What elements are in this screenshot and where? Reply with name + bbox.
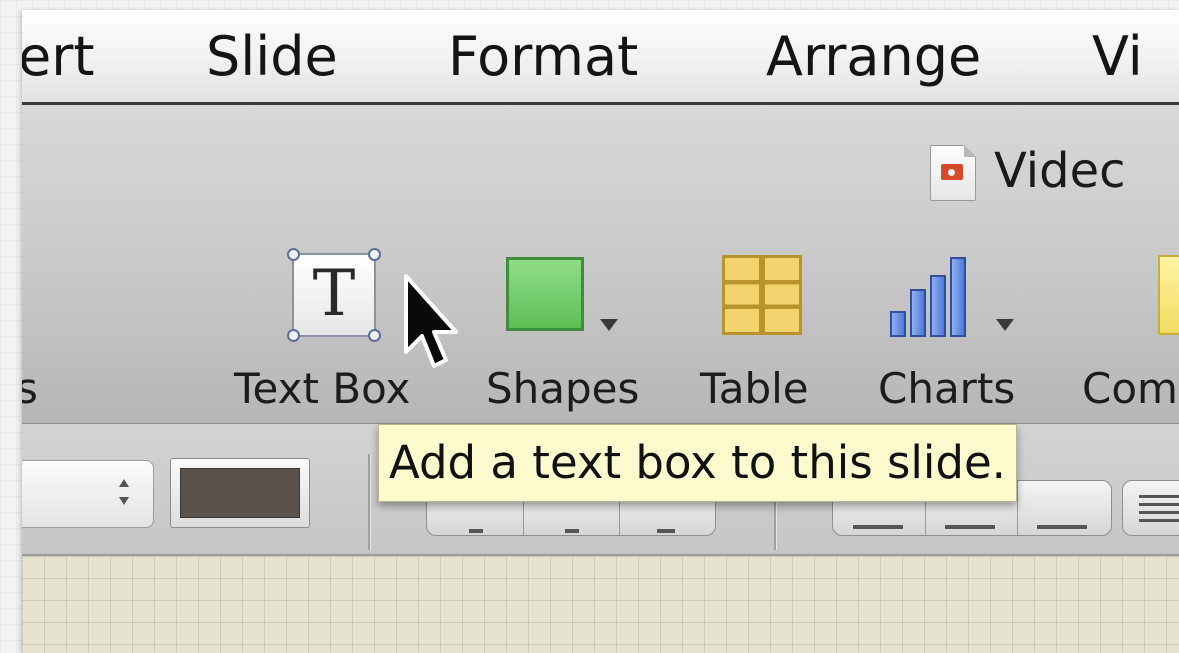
menu-slide[interactable]: Slide: [206, 22, 338, 92]
separator: [368, 454, 370, 550]
justify-button[interactable]: [1122, 480, 1179, 536]
stepper-down-icon[interactable]: [119, 497, 129, 505]
shapes-dropdown-caret-icon: [600, 319, 618, 331]
menu-bar: ert Slide Format Arrange Vi: [22, 10, 1179, 105]
text-box-icon: T: [287, 248, 381, 342]
keynote-document-icon: [930, 145, 976, 201]
document-name: Videc: [994, 143, 1126, 199]
shapes-label: Shapes: [486, 364, 640, 413]
charts-label: Charts: [878, 364, 1016, 413]
menu-insert[interactable]: ert: [22, 22, 95, 92]
shapes-icon: [506, 257, 584, 331]
mouse-pointer-icon: [404, 274, 458, 368]
charts-icon: [888, 251, 974, 337]
keynote-window: ert Slide Format Arrange Vi Videc s T Te…: [22, 10, 1179, 653]
bold-icon[interactable]: [469, 529, 483, 533]
charts-dropdown-caret-icon: [996, 319, 1014, 331]
stepper-up-icon[interactable]: [119, 479, 129, 487]
font-size-stepper[interactable]: [22, 460, 154, 528]
underline-icon[interactable]: [657, 529, 675, 533]
slide-canvas[interactable]: [22, 556, 1179, 653]
tooltip: Add a text box to this slide.: [378, 424, 1017, 502]
menu-arrange[interactable]: Arrange: [766, 22, 981, 92]
align-right-icon[interactable]: [1037, 525, 1087, 529]
toolbar-partial-label[interactable]: s: [22, 361, 38, 417]
menu-format[interactable]: Format: [448, 22, 638, 92]
menu-view[interactable]: Vi: [1092, 22, 1143, 92]
italic-icon[interactable]: [565, 529, 579, 533]
align-center-icon[interactable]: [945, 525, 995, 529]
table-icon: [722, 255, 802, 335]
align-left-icon[interactable]: [853, 525, 903, 529]
comment-icon: [1158, 255, 1179, 335]
comment-label: Com: [1082, 364, 1178, 413]
table-label: Table: [700, 364, 809, 413]
text-color-well[interactable]: [170, 458, 310, 528]
toolbar: Videc s T Text Box Shapes Table Charts C…: [22, 105, 1179, 424]
text-box-label: Text Box: [234, 364, 411, 413]
color-swatch: [180, 468, 300, 518]
